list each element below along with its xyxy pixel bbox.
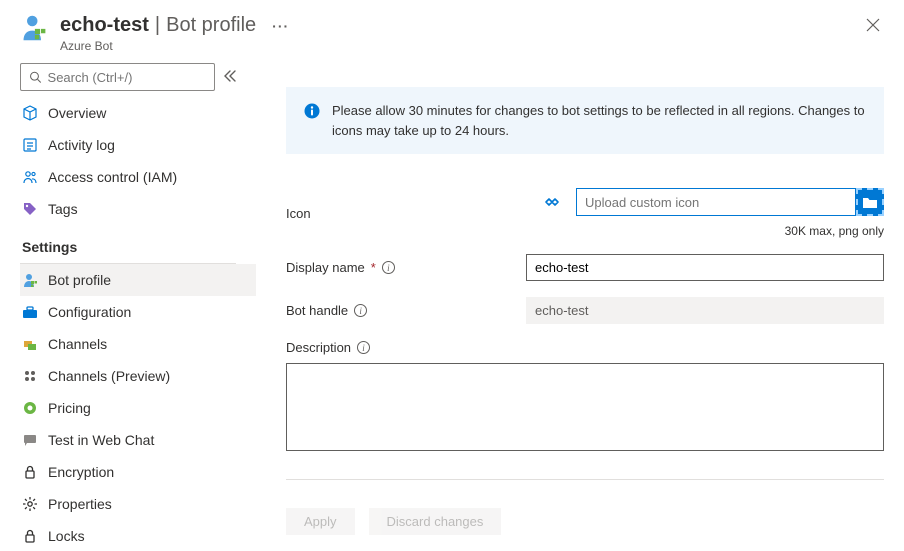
display-name-input[interactable] <box>526 254 884 281</box>
cube-icon <box>22 105 38 121</box>
bot-handle-input <box>526 297 884 324</box>
search-input[interactable] <box>48 70 206 85</box>
sidebar-item-locks[interactable]: Locks <box>20 520 256 551</box>
main-content: Please allow 30 minutes for changes to b… <box>256 63 904 551</box>
channels-preview-icon <box>22 368 38 384</box>
sidebar-item-pricing[interactable]: Pricing <box>20 392 256 424</box>
gear-icon <box>22 496 38 512</box>
description-label: Description <box>286 340 351 355</box>
info-banner-text: Please allow 30 minutes for changes to b… <box>332 101 866 140</box>
toolbox-icon <box>22 304 38 320</box>
sidebar-item-label: Encryption <box>48 464 114 480</box>
icon-label: Icon <box>286 206 506 221</box>
padlock-icon <box>22 528 38 544</box>
sidebar-item-activity-log[interactable]: Activity log <box>20 129 256 161</box>
sidebar-item-channels[interactable]: Channels <box>20 328 256 360</box>
sidebar-item-label: Bot profile <box>48 272 111 288</box>
sidebar-item-label: Pricing <box>48 400 91 416</box>
discard-button[interactable]: Discard changes <box>369 508 502 535</box>
sidebar-item-configuration[interactable]: Configuration <box>20 296 256 328</box>
bot-profile-icon <box>22 272 38 288</box>
upload-icon-input[interactable] <box>576 188 856 216</box>
lock-icon <box>22 464 38 480</box>
sidebar-item-access-control[interactable]: Access control (IAM) <box>20 161 256 193</box>
sidebar-item-label: Channels <box>48 336 107 352</box>
resource-icon <box>20 14 48 45</box>
collapse-sidebar-button[interactable] <box>223 69 237 86</box>
page-section: Bot profile <box>166 14 256 37</box>
sidebar-item-encryption[interactable]: Encryption <box>20 456 256 488</box>
icon-hint: 30K max, png only <box>526 224 884 238</box>
sidebar-item-label: Locks <box>48 528 85 544</box>
icon-preview <box>542 191 564 213</box>
display-name-label: Display name <box>286 260 365 275</box>
info-tooltip-icon[interactable]: i <box>354 304 367 317</box>
people-icon <box>22 169 38 185</box>
browse-button[interactable] <box>856 188 884 216</box>
sidebar: Overview Activity log Access control (IA… <box>0 63 256 551</box>
sidebar-item-label: Overview <box>48 105 106 121</box>
channels-icon <box>22 336 38 352</box>
sidebar-item-bot-profile[interactable]: Bot profile <box>20 264 256 296</box>
sidebar-item-label: Access control (IAM) <box>48 169 177 185</box>
info-tooltip-icon[interactable]: i <box>357 341 370 354</box>
more-menu-button[interactable]: ··· <box>272 18 289 34</box>
sidebar-item-label: Activity log <box>48 137 115 153</box>
sidebar-item-label: Configuration <box>48 304 131 320</box>
sidebar-item-label: Properties <box>48 496 112 512</box>
sidebar-section-settings: Settings <box>20 225 256 261</box>
description-input[interactable] <box>286 363 884 451</box>
info-tooltip-icon[interactable]: i <box>382 261 395 274</box>
search-input-wrapper[interactable] <box>20 63 215 91</box>
tag-icon <box>22 201 38 217</box>
log-icon <box>22 137 38 153</box>
chat-icon <box>22 432 38 448</box>
sidebar-item-channels-preview[interactable]: Channels (Preview) <box>20 360 256 392</box>
resource-name: echo-test <box>60 14 149 37</box>
info-banner: Please allow 30 minutes for changes to b… <box>286 87 884 154</box>
sidebar-item-label: Tags <box>48 201 78 217</box>
sidebar-item-label: Test in Web Chat <box>48 432 154 448</box>
blade-header: echo-test | Bot profile ··· Azure Bot <box>0 0 904 63</box>
apply-button[interactable]: Apply <box>286 508 355 535</box>
search-icon <box>29 70 42 84</box>
title-separator: | <box>155 14 160 37</box>
sidebar-item-overview[interactable]: Overview <box>20 97 256 129</box>
resource-type: Azure Bot <box>60 39 850 53</box>
required-indicator: * <box>371 260 376 275</box>
bot-handle-label: Bot handle <box>286 303 348 318</box>
sidebar-item-label: Channels (Preview) <box>48 368 170 384</box>
info-icon <box>304 103 320 119</box>
divider <box>286 479 884 480</box>
close-button[interactable] <box>862 14 884 39</box>
sidebar-item-tags[interactable]: Tags <box>20 193 256 225</box>
sidebar-item-test-webchat[interactable]: Test in Web Chat <box>20 424 256 456</box>
pricing-icon <box>22 400 38 416</box>
sidebar-item-properties[interactable]: Properties <box>20 488 256 520</box>
